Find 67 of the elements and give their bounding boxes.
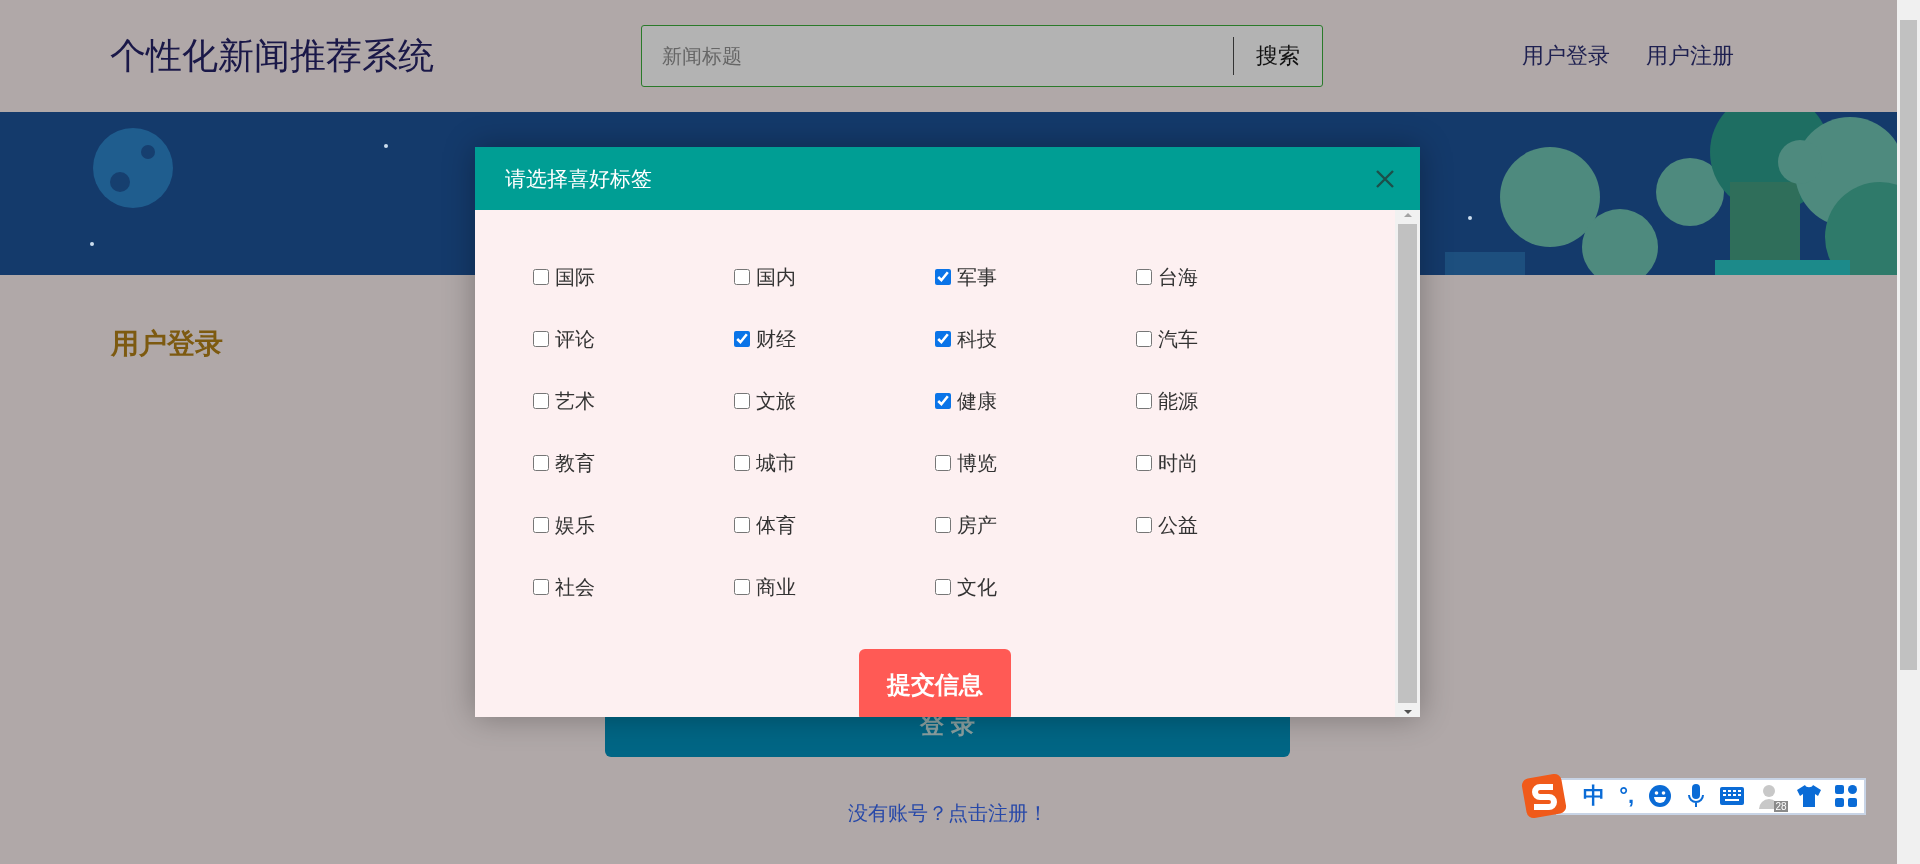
- tag-label: 时尚: [1158, 450, 1198, 476]
- tag-label: 国际: [555, 264, 595, 290]
- tag-checkbox[interactable]: [734, 331, 750, 347]
- site-title: 个性化新闻推荐系统: [110, 33, 435, 78]
- scroll-down-icon[interactable]: [1402, 707, 1413, 717]
- tag-checkbox[interactable]: [935, 517, 951, 533]
- nav-link[interactable]: 用户注册: [1646, 41, 1734, 71]
- tag-label: 科技: [957, 326, 997, 352]
- section-heading: 用户登录: [111, 327, 223, 361]
- tag-label: 文化: [957, 574, 997, 600]
- tag-checkbox[interactable]: [734, 269, 750, 285]
- tag-checkbox[interactable]: [935, 331, 951, 347]
- punctuation-toggle[interactable]: °,: [1619, 783, 1635, 809]
- submit-button[interactable]: 提交信息: [859, 649, 1011, 717]
- badge-count: 28: [1774, 801, 1788, 812]
- tag-checkbox[interactable]: [734, 455, 750, 471]
- tag-label: 公益: [1158, 512, 1198, 538]
- scrollbar[interactable]: [1395, 210, 1420, 717]
- tag-label: 博览: [957, 450, 997, 476]
- input-mode-toggle[interactable]: 中: [1583, 781, 1606, 811]
- tag-checkbox[interactable]: [734, 579, 750, 595]
- tag-label: 文旅: [756, 388, 796, 414]
- shirt-icon[interactable]: [1796, 785, 1821, 807]
- tag-label: 台海: [1158, 264, 1198, 290]
- tag-checkbox[interactable]: [734, 517, 750, 533]
- search-field[interactable]: 新闻标题 搜索: [641, 25, 1323, 87]
- tag-checkbox[interactable]: [533, 455, 549, 471]
- tag-label: 商业: [756, 574, 796, 600]
- tag-label: 社会: [555, 574, 595, 600]
- tag-label: 艺术: [555, 388, 595, 414]
- tag-label: 军事: [957, 264, 997, 290]
- tag-checkbox[interactable]: [935, 455, 951, 471]
- tag-label: 房产: [957, 512, 997, 538]
- tag-checkbox[interactable]: [1136, 517, 1152, 533]
- tag-checkbox[interactable]: [533, 269, 549, 285]
- tag-label: 评论: [555, 326, 595, 352]
- tag-checkbox[interactable]: [1136, 455, 1152, 471]
- keyboard-icon[interactable]: [1720, 787, 1745, 805]
- search-button[interactable]: 搜索: [1233, 37, 1322, 75]
- tag-label: 体育: [756, 512, 796, 538]
- tag-checkbox[interactable]: [734, 393, 750, 409]
- tag-label: 娱乐: [555, 512, 595, 538]
- close-icon[interactable]: [1374, 167, 1396, 190]
- tag-checkbox[interactable]: [935, 579, 951, 595]
- tag-checkbox[interactable]: [533, 579, 549, 595]
- smiley-icon[interactable]: [1648, 784, 1673, 808]
- tag-label: 国内: [756, 264, 796, 290]
- tag-checkbox[interactable]: [533, 331, 549, 347]
- scrollbar[interactable]: [1897, 0, 1920, 864]
- tag-checkbox[interactable]: [1136, 331, 1152, 347]
- tag-checkbox[interactable]: [1136, 269, 1152, 285]
- tag-checkbox[interactable]: [935, 393, 951, 409]
- tag-checkbox[interactable]: [1136, 393, 1152, 409]
- nav-link[interactable]: 用户登录: [1522, 41, 1610, 71]
- tag-label: 健康: [957, 388, 997, 414]
- tag-label: 能源: [1158, 388, 1198, 414]
- tag-label: 城市: [756, 450, 796, 476]
- tag-checkbox[interactable]: [533, 517, 549, 533]
- tag-checkbox[interactable]: [935, 269, 951, 285]
- apps-icon[interactable]: [1834, 785, 1857, 807]
- tag-checkbox[interactable]: [533, 393, 549, 409]
- tag-label: 汽车: [1158, 326, 1198, 352]
- tag-label: 财经: [756, 326, 796, 352]
- microphone-icon[interactable]: [1686, 783, 1707, 809]
- tag-label: 教育: [555, 450, 595, 476]
- register-link[interactable]: 没有账号？点击注册！: [847, 800, 1048, 827]
- dialog-title: 请选择喜好标签: [505, 165, 652, 192]
